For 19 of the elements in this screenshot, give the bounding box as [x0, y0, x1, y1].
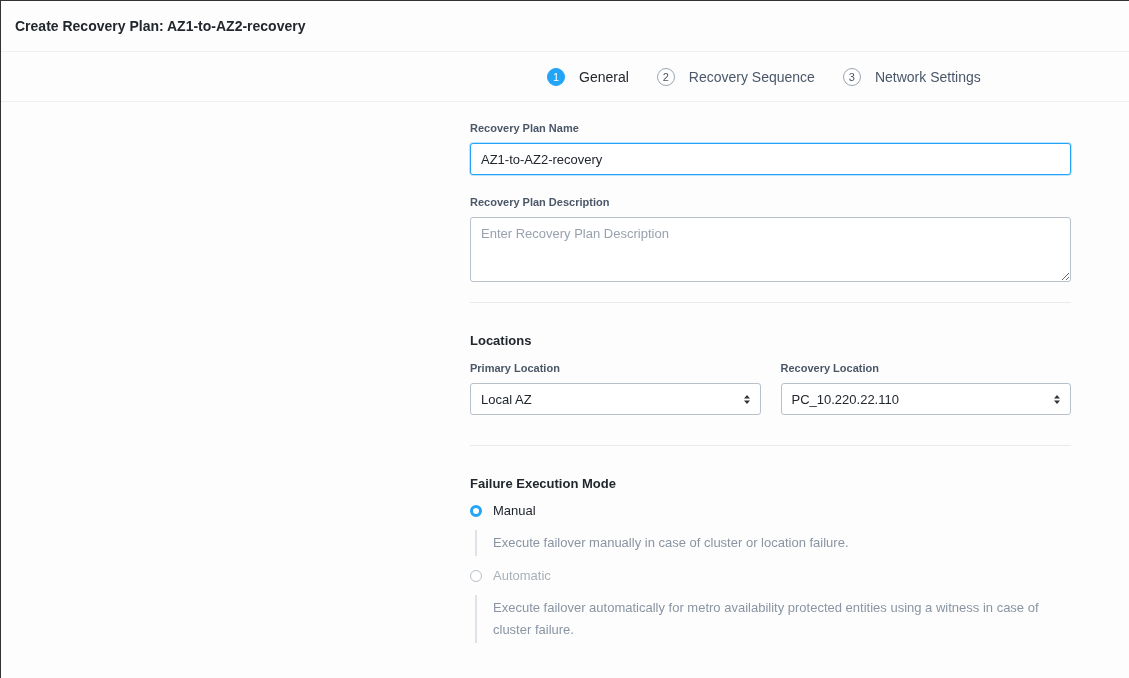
field-label: Recovery Plan Description [470, 196, 611, 208]
location-select[interactable]: Local AZ [470, 383, 761, 415]
radio-option[interactable]: Manual [470, 503, 1071, 518]
section-title: Failure Execution Mode [470, 476, 617, 491]
option-description: Execute failover manually in case of cluster or location failure. [475, 530, 1071, 556]
sort-arrows-icon [743, 394, 750, 404]
sort-arrows-icon [1054, 394, 1060, 404]
location-select[interactable]: PC_10.220.22.110 [780, 383, 1071, 415]
wizard-step[interactable]: 2 Recovery Sequence [656, 67, 815, 86]
plan-name-field[interactable]: AZ1-to-AZ2-recovery [470, 143, 1071, 175]
wizard-step[interactable]: 3 Network Settings [842, 67, 981, 86]
field-label: Recovery Location [780, 362, 880, 374]
section-title: Locations [470, 333, 533, 348]
field-label: Recovery Plan Name [470, 122, 580, 134]
field-label: Primary Location [470, 362, 561, 374]
description-field[interactable]: Enter Recovery Plan Description [470, 217, 1071, 282]
option-description: Execute failover automatically for metro availability protected entities using a witness in case of cluster failure. [475, 595, 1071, 643]
dialog-title: Create Recovery Plan: AZ1-to-AZ2-recovery [15, 18, 306, 34]
wizard-step[interactable]: 1 General [547, 67, 629, 86]
